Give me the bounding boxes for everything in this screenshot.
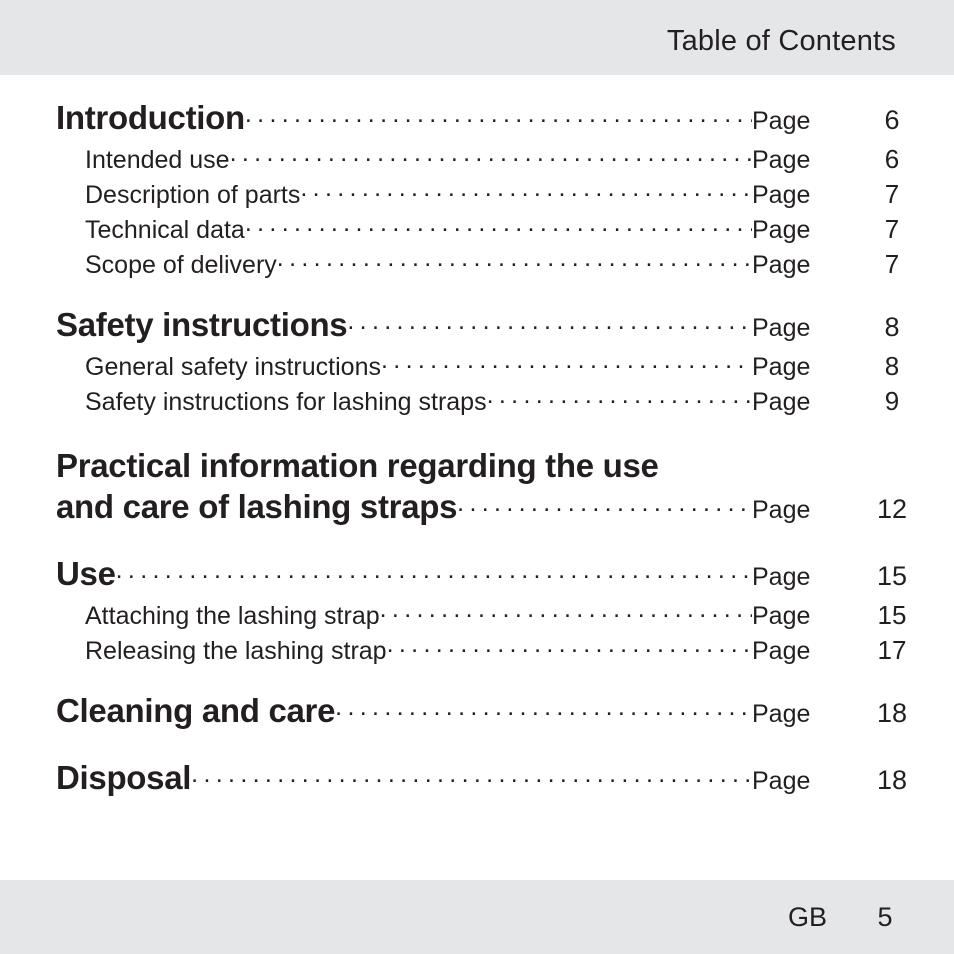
toc-group: Use Page 15 Attaching the lashing strap Page… bbox=[0, 553, 954, 668]
toc-entry-sub[interactable]: Attaching the lashing strap Page 15 bbox=[0, 598, 954, 633]
dot-leader bbox=[191, 773, 752, 789]
footer-language-code: GB bbox=[788, 902, 828, 932]
dot-leader bbox=[277, 257, 752, 273]
dot-leader bbox=[387, 643, 752, 659]
toc-entry-major[interactable]: Cleaning and care Page 18 bbox=[0, 690, 954, 735]
toc-page-number: 18 bbox=[876, 765, 908, 795]
toc-page-number: 17 bbox=[877, 635, 907, 665]
toc-page-label: Page bbox=[752, 496, 811, 524]
toc-entry-title: Safety instructions bbox=[56, 306, 348, 343]
toc-page-label: Page bbox=[752, 637, 811, 665]
dot-leader bbox=[300, 187, 752, 203]
dot-leader bbox=[335, 706, 752, 722]
toc-entry-title: Safety instructions for lashing straps bbox=[85, 388, 487, 416]
toc-page-number: 6 bbox=[884, 105, 900, 135]
toc-page-label: Page bbox=[752, 107, 811, 135]
toc-page-number: 15 bbox=[877, 600, 907, 630]
toc-entry-title: and care of lashing straps bbox=[56, 488, 458, 525]
toc-page-label: Page bbox=[752, 563, 811, 591]
toc-page-label: Page bbox=[752, 602, 811, 630]
toc-entry-sub[interactable]: Description of parts Page 7 bbox=[0, 177, 954, 212]
toc-entry-title: Disposal bbox=[56, 759, 192, 796]
toc-page-label: Page bbox=[752, 700, 811, 728]
toc-entry-sub[interactable]: Safety instructions for lashing straps Pa… bbox=[0, 384, 954, 419]
toc-page-number: 8 bbox=[884, 351, 900, 381]
page-header-band: Table of Contents bbox=[0, 0, 954, 75]
toc-page-label: Page bbox=[752, 251, 811, 279]
toc-group: Cleaning and care Page 18 bbox=[0, 690, 954, 735]
toc-entry-sub[interactable]: Scope of delivery Page 7 bbox=[0, 247, 954, 282]
dot-leader bbox=[230, 152, 752, 168]
toc-entry-major[interactable]: and care of lashing straps Page 12 bbox=[0, 486, 954, 531]
page-root: { "header": { "title": "Table of Content… bbox=[0, 0, 954, 954]
toc-entry-title: Cleaning and care bbox=[56, 692, 336, 729]
dot-leader bbox=[347, 320, 752, 336]
toc-page-label: Page bbox=[752, 146, 811, 174]
toc-page-number: 7 bbox=[884, 214, 900, 244]
dot-leader bbox=[245, 113, 752, 129]
toc-entry-sub[interactable]: Intended use Page 6 bbox=[0, 142, 954, 177]
toc-page-number: 12 bbox=[876, 494, 908, 524]
footer-page-number: 5 bbox=[877, 902, 893, 932]
toc-group: Safety instructionsPage8General safety i… bbox=[0, 304, 954, 419]
toc-page-label: Page bbox=[752, 314, 811, 342]
toc-entry-title: Technical data bbox=[85, 216, 245, 244]
toc-page-number: 7 bbox=[884, 179, 900, 209]
toc-entry-title: Attaching the lashing strap bbox=[85, 602, 380, 630]
toc-page-number: 8 bbox=[884, 312, 900, 342]
toc-entry-major[interactable]: Introduction Page 6 bbox=[0, 97, 954, 142]
toc-page-label: Page bbox=[752, 181, 811, 209]
dot-leader bbox=[245, 222, 752, 238]
toc-page-label: Page bbox=[752, 767, 811, 795]
dot-leader bbox=[380, 608, 752, 624]
toc-entry-title: Use bbox=[56, 555, 116, 592]
page-title: Table of Contents bbox=[666, 25, 896, 57]
toc-entry-title: Introduction bbox=[56, 99, 245, 136]
toc-entry-title: Intended use bbox=[85, 146, 230, 174]
toc-entry-major[interactable]: Disposal Page 18 bbox=[0, 757, 954, 802]
toc-heading-line-1[interactable]: Practical information regarding the use bbox=[0, 445, 954, 486]
toc-entry-sub[interactable]: Releasing the lashing strap Page 17 bbox=[0, 633, 954, 668]
toc-entry-title: General safety instructions bbox=[85, 353, 381, 381]
toc-entry-major[interactable]: Safety instructions Page 8 bbox=[0, 304, 954, 349]
toc-group: Disposal Page 18 bbox=[0, 757, 954, 802]
toc-entry-major[interactable]: Use Page 15 bbox=[0, 553, 954, 598]
toc-entry-title: Releasing the lashing strap bbox=[85, 637, 387, 665]
toc-page-label: Page bbox=[752, 353, 811, 381]
toc-page-label: Page bbox=[752, 388, 811, 416]
toc-group: Practical information regarding the use a… bbox=[0, 445, 954, 531]
toc-page-number: 15 bbox=[876, 561, 908, 591]
dot-leader bbox=[381, 359, 752, 375]
toc-page-number: 18 bbox=[876, 698, 908, 728]
toc-page-label: Page bbox=[752, 216, 811, 244]
toc-group: IntroductionPage6Intended usePage6Descri… bbox=[0, 97, 954, 282]
toc-entry-title: Scope of delivery bbox=[85, 251, 277, 279]
toc-page-number: 6 bbox=[884, 144, 900, 174]
toc-page-number: 9 bbox=[884, 386, 900, 416]
dot-leader bbox=[116, 569, 752, 585]
toc-page-number: 7 bbox=[884, 249, 900, 279]
toc-entry-sub[interactable]: General safety instructions Page 8 bbox=[0, 349, 954, 384]
page-footer-band: GB 5 bbox=[0, 880, 954, 954]
dot-leader bbox=[457, 502, 752, 518]
table-of-contents: IntroductionPage6Intended usePage6Descri… bbox=[0, 75, 954, 802]
toc-entry-title: Description of parts bbox=[85, 181, 301, 209]
toc-entry-sub[interactable]: Technical data Page 7 bbox=[0, 212, 954, 247]
dot-leader bbox=[487, 394, 752, 410]
